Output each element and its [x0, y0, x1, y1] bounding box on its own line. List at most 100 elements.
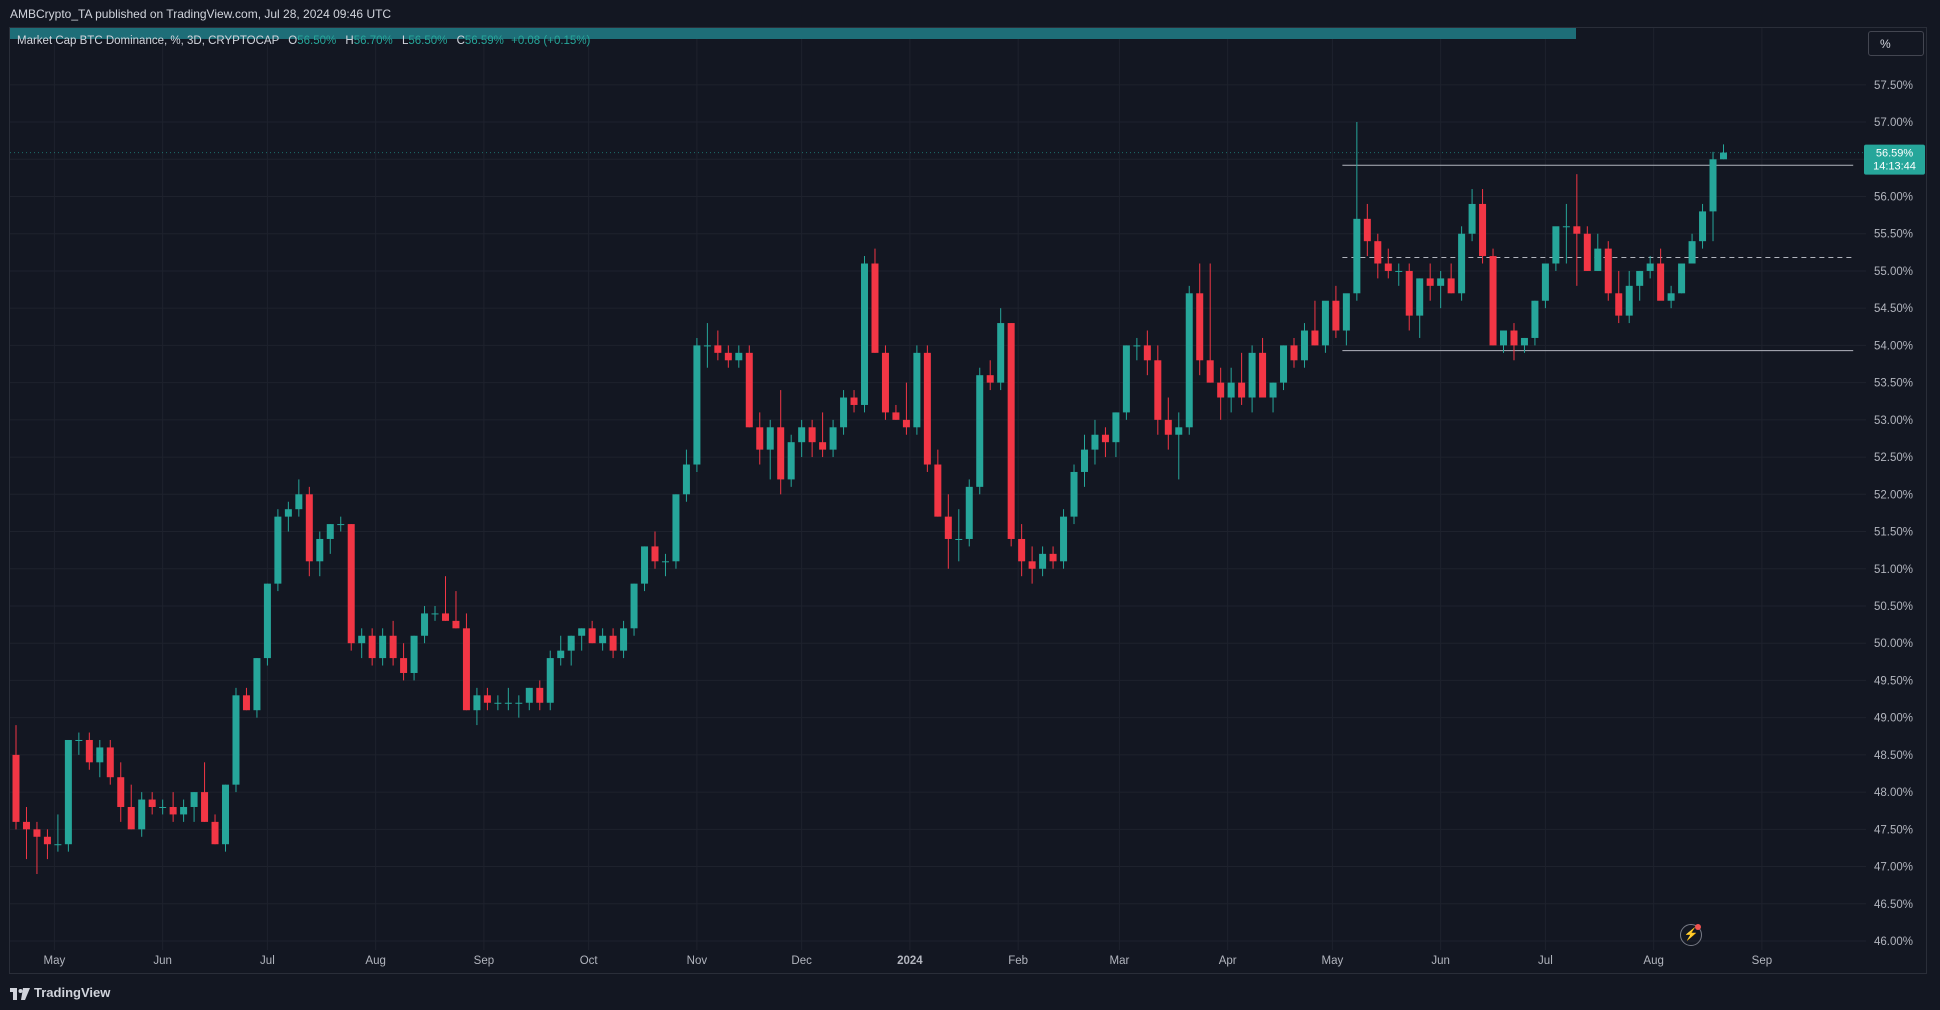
candle-body — [389, 635, 397, 659]
candle-body — [190, 792, 198, 807]
candle-body — [326, 524, 334, 539]
candle-body — [766, 427, 774, 450]
x-tick-label: Apr — [1219, 955, 1237, 967]
candle-body — [1604, 248, 1612, 294]
footer — [0, 975, 1940, 1010]
candle-body — [242, 695, 250, 711]
candle-body — [222, 784, 230, 845]
candle-body — [682, 464, 690, 495]
legend-title: Market Cap BTC Dominance, %, 3D, CRYPTOC… — [17, 35, 280, 47]
x-tick-label: Sep — [474, 955, 494, 967]
candle-body — [347, 524, 355, 644]
candle-body — [1280, 345, 1288, 383]
legend-change: +0.08 (+0.15%) — [511, 35, 591, 47]
x-tick-label: Nov — [687, 955, 708, 967]
candle-body — [1437, 278, 1445, 286]
candle-body — [96, 747, 104, 763]
x-tick-label: Jul — [1538, 955, 1553, 967]
candle-body — [892, 412, 900, 420]
candle-body — [787, 442, 795, 480]
candle-body — [661, 561, 669, 563]
candle-body — [12, 754, 20, 822]
percent-scale-button[interactable]: % — [1868, 31, 1924, 56]
candle-body — [1070, 471, 1078, 517]
candle-body — [473, 695, 481, 711]
tradingview-brand[interactable]: TradingView — [10, 985, 110, 1000]
candle-body — [232, 695, 240, 785]
candle-body — [1468, 203, 1476, 234]
candle-body — [1583, 233, 1591, 271]
candle-body — [148, 799, 156, 807]
candle-body — [33, 829, 41, 837]
candle-body — [934, 464, 942, 517]
candle-body — [1164, 419, 1172, 435]
candle-body — [494, 702, 502, 704]
candle-body — [651, 546, 659, 562]
candle-body — [850, 397, 858, 405]
y-tick-label: 46.50% — [1874, 899, 1913, 911]
candle-body — [1154, 360, 1162, 420]
candle-body — [1290, 345, 1298, 361]
candle-body — [1667, 293, 1675, 301]
candle-body — [75, 739, 83, 741]
candle-body — [536, 687, 544, 703]
legend-close-value: 56.59% — [464, 35, 504, 47]
candle-body — [284, 509, 292, 517]
candle-body — [138, 799, 146, 830]
candle-body — [358, 635, 366, 644]
candle-body — [578, 628, 586, 636]
candle-body — [117, 777, 125, 807]
candle-body — [1311, 330, 1319, 346]
candle-body — [881, 352, 889, 413]
candle-body — [201, 792, 209, 822]
notification-dot — [1695, 924, 1701, 930]
candle-body — [1447, 278, 1455, 294]
candle-body — [714, 345, 722, 353]
candle-body — [672, 494, 680, 562]
candle-body — [1510, 330, 1518, 346]
candle-body — [798, 427, 806, 443]
candle-body — [305, 494, 313, 562]
y-tick-label: 50.50% — [1874, 601, 1913, 613]
candle-body — [599, 635, 607, 644]
x-tick-label: Oct — [580, 955, 599, 967]
y-tick-label: 47.50% — [1874, 824, 1913, 836]
candle-body — [1185, 293, 1193, 428]
candle-body — [1520, 337, 1528, 346]
candle-body — [1489, 256, 1497, 346]
candle-body — [462, 628, 470, 711]
y-tick-label: 53.50% — [1874, 378, 1913, 390]
candle-body — [263, 583, 271, 659]
candle-body — [1321, 300, 1329, 346]
candle-body — [703, 345, 711, 347]
candle-body — [1133, 345, 1141, 347]
candle-body — [1080, 449, 1088, 472]
candle-body — [1039, 553, 1047, 569]
y-tick-label: 47.00% — [1874, 862, 1913, 874]
price-chart[interactable]: 46.00% 46.50% 47.00% 47.50% 48.00% 48.50% 49.0… — [0, 0, 1940, 1010]
candle-body — [525, 687, 533, 703]
x-tick-label: Jun — [153, 955, 172, 967]
candle-body — [1552, 226, 1560, 264]
candle-body — [588, 628, 596, 644]
x-tick-label: Aug — [365, 955, 385, 967]
y-tick-label: 54.00% — [1874, 340, 1913, 352]
candle-body — [630, 583, 638, 629]
candle-body — [1678, 263, 1686, 294]
candle-body — [724, 352, 732, 361]
last-price-value: 56.59% — [1876, 148, 1914, 160]
candle-body — [944, 516, 952, 539]
candle-body — [1531, 300, 1539, 338]
candle-body — [1060, 516, 1068, 562]
y-tick-label: 49.50% — [1874, 675, 1913, 687]
candle-body — [180, 806, 188, 815]
candle-body — [483, 695, 491, 703]
candle-body — [504, 702, 512, 704]
candle-body — [1259, 352, 1267, 398]
y-tick-label: 52.00% — [1874, 489, 1913, 501]
candle-body — [808, 427, 816, 443]
symbol-legend[interactable]: Market Cap BTC Dominance, %, 3D, CRYPTOC… — [17, 35, 590, 47]
candle-body — [106, 747, 114, 778]
brand-name: TradingView — [34, 985, 111, 1000]
candle-body — [1384, 263, 1392, 271]
